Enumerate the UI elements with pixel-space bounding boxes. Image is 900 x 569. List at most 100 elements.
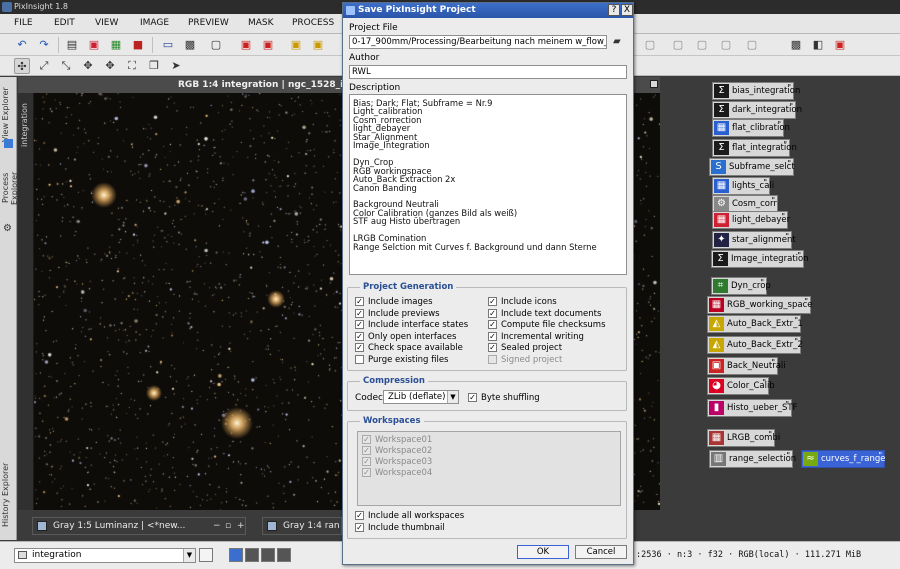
checkbox-sealed-project[interactable]: ✓ Sealed project: [488, 343, 562, 353]
move-icon[interactable]: ✥: [102, 58, 118, 74]
process-icon-subframe_selct[interactable]: S Subframe_selct ": [709, 158, 795, 176]
view-explorer-tab[interactable]: View Explorer: [1, 85, 16, 145]
channel-rgb-button[interactable]: [229, 548, 243, 562]
display-mode-icon[interactable]: ▩: [182, 37, 198, 53]
toolbar-icon-d[interactable]: ▢: [718, 37, 734, 53]
chevron-down-icon[interactable]: ▼: [447, 391, 458, 403]
process-icon-bias_integration[interactable]: Σbias_integration ": [712, 82, 800, 100]
process-icon-back_neutrali[interactable]: ▣ Back_Neutrali ": [707, 357, 786, 375]
checkbox-compute-file-checksums[interactable]: ✓ Compute file checksums: [488, 320, 606, 330]
view-selector[interactable]: integration ▼: [14, 548, 196, 563]
process-icon-star_alignment[interactable]: ✦ star_alignment ": [712, 231, 796, 249]
zoom-in-icon[interactable]: ⤢: [36, 58, 52, 74]
include-all-workspaces-checkbox[interactable]: ✓ Include all workspaces: [355, 511, 464, 521]
dialog-title-bar[interactable]: Save PixInsight Project: [343, 3, 633, 18]
preview-icon[interactable]: ▣: [260, 37, 276, 53]
channel-g-button[interactable]: [261, 548, 275, 562]
color-icon[interactable]: ■: [130, 37, 146, 53]
menu-edit[interactable]: EDIT: [54, 18, 75, 28]
toolbar-icon-a[interactable]: ▢: [642, 37, 658, 53]
project-file-input[interactable]: 0-17_900mm/Processing/Bearbeitung nach m…: [349, 35, 607, 49]
process-icon-histo_ueber_stf[interactable]: ▮ Histo_ueber_STF ": [707, 399, 797, 417]
mask-icon[interactable]: ▣: [288, 37, 304, 53]
toolbar-icon-b[interactable]: ▢: [670, 37, 686, 53]
process-explorer-tab[interactable]: Process Explorer: [1, 155, 19, 221]
image-props-icon[interactable]: ▤: [64, 37, 80, 53]
zoom-out-icon[interactable]: ⤡: [58, 58, 74, 74]
checkbox-include-previews[interactable]: ✓ Include previews: [355, 308, 440, 319]
checkbox-include-interface-states[interactable]: ✓ Include interface states: [355, 320, 468, 330]
minimized-window-range[interactable]: Gray 1:4 ran: [262, 517, 342, 535]
channel-r-button[interactable]: [245, 548, 259, 562]
restore-icon[interactable]: ▫: [225, 518, 231, 534]
codec-select[interactable]: ZLib (deflate) ▼: [383, 390, 459, 404]
workspaces-list[interactable]: ✓ Workspace01 ✓ Workspace02 ✓ Workspace03 ✓ Wor…: [357, 431, 621, 506]
menu-mask[interactable]: MASK: [248, 18, 274, 28]
cancel-button[interactable]: Cancel: [575, 545, 627, 559]
byte-shuffling-checkbox[interactable]: ✓ Byte shuffling: [468, 393, 540, 403]
redo-icon[interactable]: ↷: [36, 37, 52, 53]
process-icon-auto_back_extr_1[interactable]: ◭ Auto_Back_Extr_1 ": [707, 315, 803, 333]
menu-image[interactable]: IMAGE: [140, 18, 169, 28]
pixinsight-icon: [346, 6, 355, 15]
author-input[interactable]: RWL: [349, 65, 627, 79]
process-icon-lights_cali[interactable]: ▦ lights_cali ": [712, 177, 774, 195]
ok-button[interactable]: OK: [517, 545, 569, 559]
rgb-channels-icon[interactable]: ▦: [108, 37, 124, 53]
grid-icon[interactable]: ▩: [788, 37, 804, 53]
minimized-window-luminanz[interactable]: Gray 1:5 Luminanz | <*new... − ▫ +: [32, 517, 246, 535]
process-icon-dark_integration[interactable]: Σdark_integration ": [712, 101, 802, 119]
checkbox-include-images[interactable]: ✓ Include images: [355, 297, 433, 307]
copy-icon[interactable]: ❐: [146, 58, 162, 74]
checkbox-incremental-writing[interactable]: ✓ Incremental writing: [488, 331, 584, 342]
checkbox-only-open-interfaces[interactable]: ✓ Only open interfaces: [355, 331, 456, 342]
process-icon-lrgb_combi[interactable]: ▦ LRGB_combi ": [707, 429, 780, 447]
process-icon-rgb_working_space[interactable]: ▦ RGB_working_space ": [707, 296, 812, 314]
tile-icon[interactable]: ▣: [832, 37, 848, 53]
view-copy-icon[interactable]: [199, 548, 213, 562]
process-icon-curves_f_range[interactable]: ≈ curves_f_range ": [801, 450, 885, 468]
half-icon[interactable]: ◧: [810, 37, 826, 53]
chevron-down-icon[interactable]: ▼: [183, 549, 195, 562]
menu-file[interactable]: FILE: [14, 18, 33, 28]
history-explorer-tab[interactable]: History Explorer: [1, 462, 16, 528]
minimize-icon[interactable]: −: [213, 518, 221, 534]
folder-icon[interactable]: ▰: [613, 36, 621, 47]
readout-mode-icon[interactable]: ✣: [14, 58, 30, 74]
description-textarea[interactable]: Bias; Dark; Flat; Subframe = Nr.9 Light_…: [349, 94, 627, 275]
display-icon[interactable]: ▭: [160, 37, 176, 53]
mask-show-icon[interactable]: ▣: [310, 37, 326, 53]
process-icon-dyn_crop[interactable]: ⌗ Dyn_crop ": [711, 277, 771, 295]
close-button[interactable]: X: [621, 4, 633, 16]
fit-icon[interactable]: ⛶: [124, 58, 140, 74]
process-icon-range_selection[interactable]: ▥ range_selection ": [709, 450, 796, 468]
toolbar-icon-c[interactable]: ▢: [694, 37, 710, 53]
menu-view[interactable]: VIEW: [95, 18, 118, 28]
toolbar-icon-e[interactable]: ▢: [744, 37, 760, 53]
pan-icon[interactable]: ✥: [80, 58, 96, 74]
include-thumbnail-checkbox[interactable]: ✓ Include thumbnail: [355, 523, 445, 533]
new-image-icon[interactable]: ▣: [86, 37, 102, 53]
channel-b-button[interactable]: [277, 548, 291, 562]
checkbox-include-text-documents[interactable]: ✓ Include text documents: [488, 308, 601, 319]
new-preview-icon[interactable]: ▣: [238, 37, 254, 53]
process-icon-light_debayer[interactable]: ▦ light_debayer ": [712, 211, 790, 229]
process-icon-flat_clibration[interactable]: ▦ flat_clibration ": [712, 119, 790, 137]
image-side-tab[interactable]: integration: [18, 93, 34, 510]
pointer-icon[interactable]: ➤: [168, 58, 184, 74]
checkbox-purge-existing-files[interactable]: Purge existing files: [355, 355, 449, 365]
maximize-icon[interactable]: +: [237, 518, 245, 534]
menu-process[interactable]: PROCESS: [292, 18, 334, 28]
image-close-icon[interactable]: [650, 80, 658, 88]
process-icon-color_calib[interactable]: ◕ Color_Calib ": [707, 377, 775, 395]
undo-icon[interactable]: ↶: [14, 37, 30, 53]
process-icon-flat_integration[interactable]: Σflat_integration ": [712, 139, 797, 157]
checkbox-include-icons[interactable]: ✓ Include icons: [488, 297, 557, 307]
menu-preview[interactable]: PREVIEW: [188, 18, 229, 28]
screen-icon[interactable]: ▢: [208, 37, 224, 53]
checkbox-check-space-available[interactable]: ✓ Check space available: [355, 343, 463, 353]
help-button[interactable]: ?: [608, 4, 620, 16]
process-icon-auto_back_extr_2[interactable]: ◭ Auto_Back_Extr_2 ": [707, 336, 803, 354]
quote-mark-icon: ": [762, 378, 766, 387]
process-icon-image_integration[interactable]: Σ Image_integration ": [711, 250, 809, 268]
